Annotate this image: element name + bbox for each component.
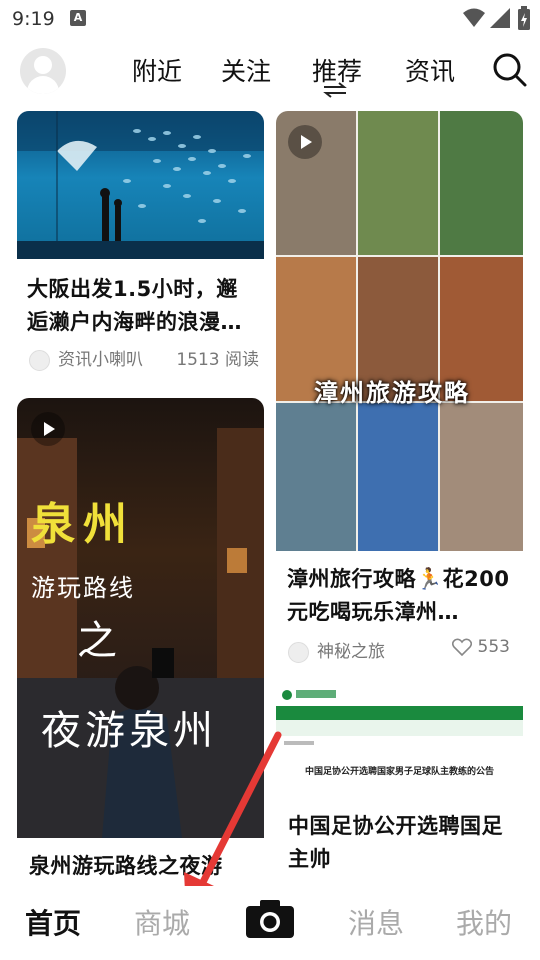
image-overlay-text: 漳州旅游攻略: [314, 379, 470, 407]
swap-icon: [323, 82, 347, 98]
feed-card-football[interactable]: 中国足协公开选聘国家男子足球队主教练的公告 中国足协公开选聘国足主帅: [276, 686, 523, 886]
card-image: 中国足协公开选聘国家男子足球队主教练的公告: [276, 686, 523, 800]
card-title: 中国足协公开选聘国足主帅: [288, 814, 503, 871]
top-nav: 附近 关注 推荐 资讯: [0, 38, 540, 104]
tab-nearby[interactable]: 附近: [132, 52, 182, 88]
overlay-line: 夜游泉州: [41, 708, 217, 754]
like-count-wrap[interactable]: 553: [451, 637, 510, 657]
tab-home[interactable]: 首页: [25, 902, 81, 942]
author-avatar: [29, 349, 50, 371]
author-name: 神秘之旅: [317, 642, 385, 662]
card-meta: 神秘之旅 553: [288, 637, 520, 663]
card-title: 漳州旅行攻略🏃花200元吃喝玩乐漳州…: [287, 567, 510, 624]
tab-me[interactable]: 我的: [456, 902, 512, 942]
read-count: 1513 阅读: [176, 350, 259, 370]
play-icon: [31, 412, 65, 446]
tab-mall[interactable]: 商城: [134, 902, 190, 942]
battery-icon: [518, 6, 530, 30]
tab-news[interactable]: 资讯: [405, 52, 455, 88]
tab-follow[interactable]: 关注: [221, 52, 271, 88]
article-header-text: 中国足协公开选聘国家男子足球队主教练的公告: [304, 767, 494, 777]
author-avatar: [288, 641, 309, 663]
wifi-icon: [463, 8, 485, 27]
bottom-nav: 首页 商城 消息 我的: [0, 886, 540, 960]
overlay-line: 泉州: [31, 499, 135, 550]
play-icon: [288, 125, 322, 159]
feed-card-zhangzhou[interactable]: 漳州旅游攻略 漳州旅行攻略🏃花200元吃喝玩乐漳州… 神秘之旅 553: [276, 111, 523, 676]
status-time: 9:19: [12, 8, 55, 30]
camera-icon[interactable]: [246, 900, 294, 938]
feed-card-aquarium[interactable]: 大阪出发1.5小时，邂逅濑户内海畔的浪漫… 资讯小喇叭 1513 阅读: [17, 111, 264, 386]
card-title: 泉州游玩路线之夜游: [29, 854, 223, 878]
card-image: [17, 111, 264, 259]
tab-messages[interactable]: 消息: [348, 902, 404, 942]
card-meta: 资讯小喇叭 1513 阅读: [29, 345, 261, 371]
heart-icon: [451, 638, 472, 657]
overlay-line: 之: [77, 618, 117, 664]
card-image: 泉州 游玩路线 之 夜游泉州: [17, 398, 264, 838]
overlay-line: 游玩路线: [31, 574, 135, 602]
like-count: 553: [477, 637, 510, 657]
status-bar: 9:19 A: [0, 0, 540, 38]
feed-card-quanzhou[interactable]: 泉州 游玩路线 之 夜游泉州 泉州游玩路线之夜游: [17, 398, 264, 888]
card-image: 漳州旅游攻略: [276, 111, 523, 551]
search-icon[interactable]: [492, 52, 528, 88]
signal-icon: [490, 8, 510, 28]
author-name: 资讯小喇叭: [58, 350, 143, 370]
card-title: 大阪出发1.5小时，邂逅濑户内海畔的浪漫…: [27, 277, 242, 334]
avatar[interactable]: [20, 48, 66, 94]
notification-icon: A: [70, 10, 86, 26]
